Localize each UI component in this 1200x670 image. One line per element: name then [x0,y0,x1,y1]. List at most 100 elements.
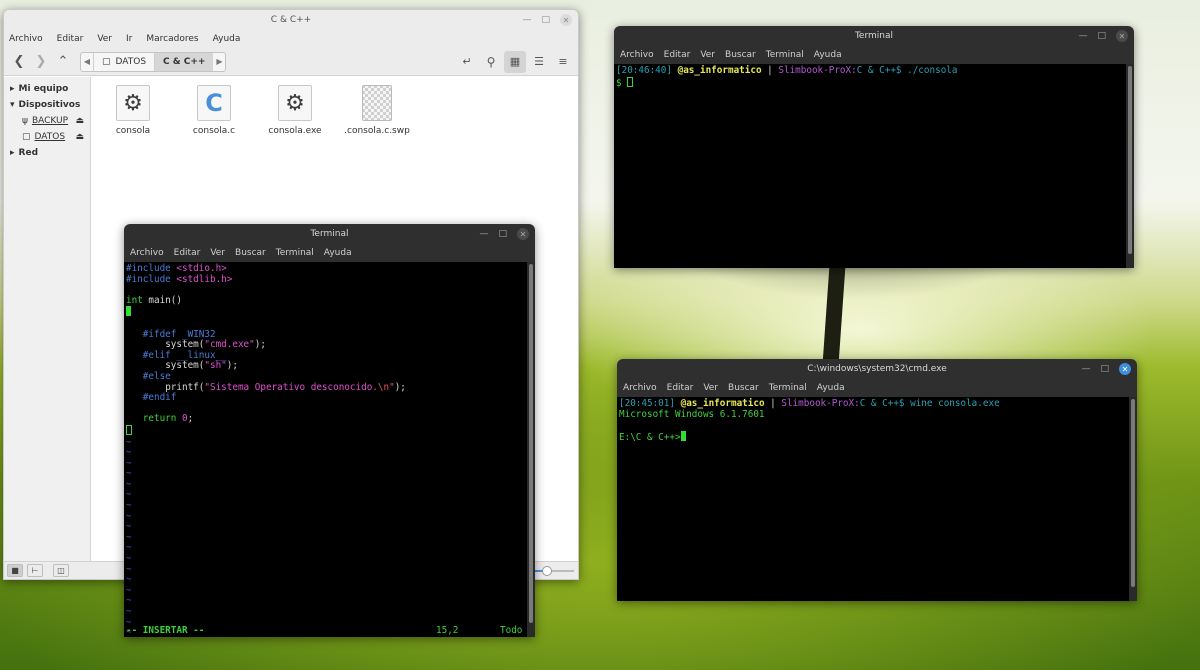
prompt-separator: | [764,398,782,409]
terminal-window-vim: Terminal — □ ✕ Archivo Editar Ver Buscar… [124,224,535,637]
sidebar-item-label: BACKUP [31,116,69,126]
toggle-location-icon[interactable]: ↵ [456,51,478,73]
icon-view-icon[interactable]: ▦ [504,50,526,73]
sidebar-item-datos[interactable]: ▢ DATOS ⏏ [4,129,90,145]
sidebar-section-red[interactable]: ▸ Red [4,145,90,161]
sidebar-item-backup[interactable]: ψ BACKUP ⏏ [4,113,90,129]
scrollbar[interactable] [1126,64,1134,268]
minimize-icon[interactable]: — [1081,364,1090,374]
menu-buscar[interactable]: Buscar [728,383,759,393]
menu-editar[interactable]: Editar [664,50,691,60]
prompt-path: C & C++ [859,398,899,409]
sidebar-section-dispositivos[interactable]: ▾ Dispositivos [4,97,90,113]
vim-editor[interactable]: #include <stdio.h> #include <stdlib.h> in… [124,262,527,637]
menu-ver[interactable]: Ver [210,248,225,258]
file-manager-titlebar[interactable]: C & C++ — □ ✕ [4,10,578,30]
code-token: return [142,413,177,425]
shell-prompt: $ [616,77,628,89]
file-item-consola-c[interactable]: C consola.c [174,85,254,136]
menu-marcadores[interactable]: Marcadores [146,34,198,44]
menu-editar[interactable]: Editar [667,383,694,393]
menu-ayuda[interactable]: Ayuda [213,34,241,44]
scrollbar[interactable] [527,262,535,637]
menu-archivo[interactable]: Archivo [9,34,43,44]
search-icon[interactable]: ⚲ [480,51,502,73]
code-token: #ifdef [142,328,177,340]
menu-editar[interactable]: Editar [57,34,84,44]
eject-icon[interactable]: ⏏ [75,132,84,142]
menu-terminal[interactable]: Terminal [276,248,314,258]
maximize-icon[interactable]: □ [1100,364,1109,374]
menu-editar[interactable]: Editar [174,248,201,258]
zoom-slider[interactable] [534,566,574,576]
close-icon[interactable]: ✕ [1119,363,1131,375]
menu-archivo[interactable]: Archivo [620,50,654,60]
menu-ayuda[interactable]: Ayuda [817,383,845,393]
close-icon[interactable]: ✕ [1116,30,1128,42]
path-left-arrow-icon[interactable]: ◀ [81,53,93,71]
breadcrumb-current[interactable]: C & C++ [154,52,214,71]
menu-ir[interactable]: Ir [126,34,132,44]
list-view-icon[interactable]: ☰ [528,51,550,73]
terminal-titlebar[interactable]: Terminal — □ ✕ [614,26,1134,46]
zoom-slider-knob[interactable] [542,566,552,576]
menu-ayuda[interactable]: Ayuda [814,50,842,60]
back-arrow-icon[interactable]: ❮ [8,51,30,73]
menu-ayuda[interactable]: Ayuda [324,248,352,258]
eject-icon[interactable]: ⏏ [75,116,84,126]
up-arrow-icon[interactable]: ⌃ [52,51,74,73]
terminal-screen[interactable]: [20:45:01] @as_informatico | Slimbook-Pr… [617,397,1129,601]
text-cursor [126,424,132,435]
code-line [126,306,525,319]
breadcrumb: ◀ ▢ DATOS C & C++ ▶ [80,51,227,72]
prompt-path: C & C++ [856,65,896,76]
menu-buscar[interactable]: Buscar [725,50,756,60]
gear-icon: ⚙ [278,85,312,121]
code-token: #elif [142,349,171,361]
close-icon[interactable]: ✕ [517,228,529,240]
prompt-host: Slimbook-ProX: [778,65,857,76]
menu-buscar[interactable]: Buscar [235,248,266,258]
menu-ver[interactable]: Ver [703,383,718,393]
usb-icon: ψ [22,116,28,126]
sidebar-section-mi-equipo[interactable]: ▸ Mi equipo [4,81,90,97]
hide-sidebar-icon[interactable]: ◫ [53,564,69,577]
code-token: main() [148,294,182,306]
maximize-icon[interactable]: □ [541,15,550,25]
code-token: "Sistema Operativo desconocido. [204,381,378,393]
minimize-icon[interactable]: — [479,229,488,239]
terminal-titlebar[interactable]: Terminal — □ ✕ [124,224,535,244]
minimize-icon[interactable]: — [1078,31,1087,41]
toolbar: ❮ ❯ ⌃ ◀ ▢ DATOS C & C++ ▶ ↵ ⚲ ▦ ☰ ≡ [4,48,578,76]
sidebar-section-label: Red [18,148,39,158]
menu-archivo[interactable]: Archivo [623,383,657,393]
places-icon[interactable]: ■ [7,564,23,577]
compact-view-icon[interactable]: ≡ [552,51,574,73]
file-item-consola-exe[interactable]: ⚙ consola.exe [255,85,335,136]
file-item-consola[interactable]: ⚙ consola [93,85,173,136]
maximize-icon[interactable]: □ [498,229,507,239]
prompt-command: $ wine consola.exe [898,398,1000,409]
menu-archivo[interactable]: Archivo [130,248,164,258]
window-title: C:\windows\system32\cmd.exe [807,364,947,374]
maximize-icon[interactable]: □ [1097,31,1106,41]
menubar: Archivo Editar Ver Buscar Terminal Ayuda [124,244,535,262]
file-item-consola-c-swp[interactable]: .consola.c.swp [337,85,417,136]
breadcrumb-datos[interactable]: ▢ DATOS [93,52,154,71]
minimize-icon[interactable]: — [522,15,531,25]
text-cursor [680,430,686,441]
tree-icon[interactable]: ⊢ [27,564,43,577]
path-right-arrow-icon[interactable]: ▶ [213,53,225,71]
scrollbar[interactable] [1129,397,1137,601]
menu-terminal[interactable]: Terminal [769,383,807,393]
terminal-titlebar[interactable]: C:\windows\system32\cmd.exe — □ ✕ [617,359,1137,379]
menu-terminal[interactable]: Terminal [766,50,804,60]
breadcrumb-current-label: C & C++ [163,56,206,67]
window-title: C & C++ [270,15,312,25]
menu-ver[interactable]: Ver [700,50,715,60]
terminal-screen[interactable]: [20:46:40] @as_informatico | Slimbook-Pr… [614,64,1126,268]
menubar: Archivo Editar Ver Ir Marcadores Ayuda [4,30,578,48]
forward-arrow-icon[interactable]: ❯ [30,51,52,73]
close-icon[interactable]: ✕ [560,14,572,26]
menu-ver[interactable]: Ver [97,34,112,44]
